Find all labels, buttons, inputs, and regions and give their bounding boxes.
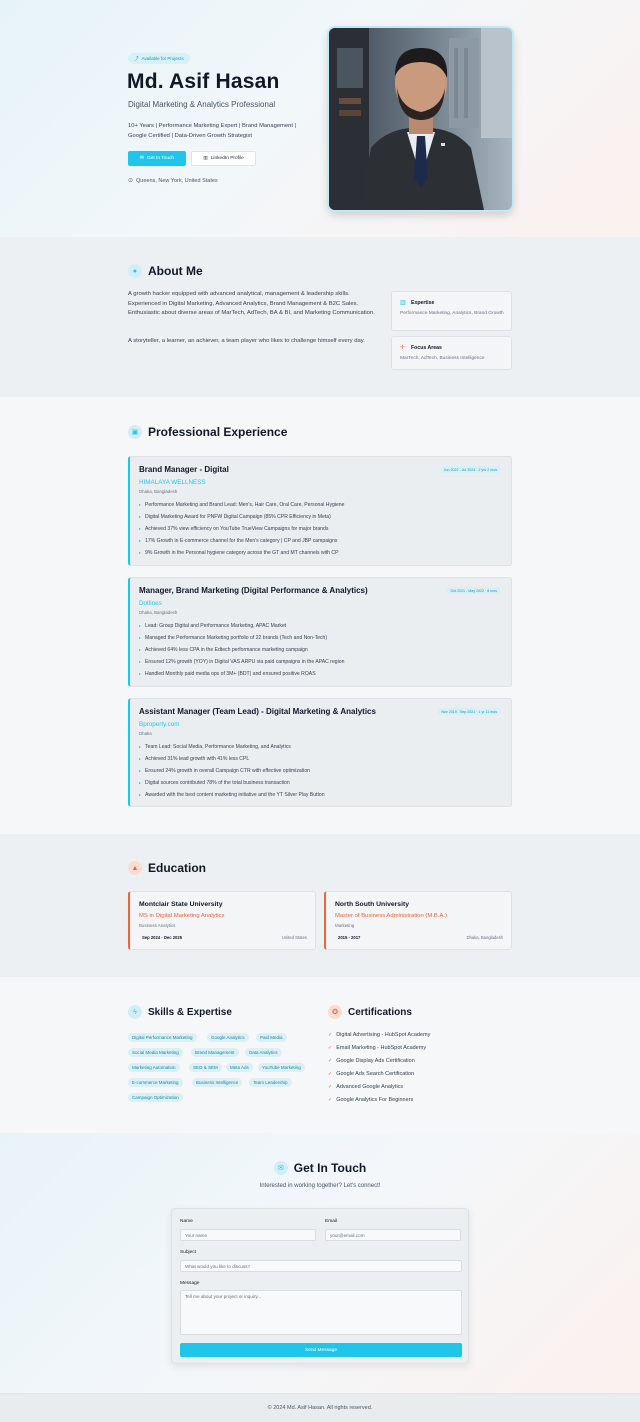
hero-name: Md. Asif Hasan [127,70,280,93]
award-icon: ✪ [328,1005,342,1019]
skill-chip: Business Intelligence [192,1078,243,1087]
certification-item: ✓ Google Display Ads Certification [328,1058,415,1064]
chart-icon: ▥ [203,156,208,161]
education-title: Education [148,861,207,875]
certification-item: ✓ Digital Advertising - HubSpot Academy [328,1032,431,1038]
skill-chip: Digital Performance Marketing [128,1033,197,1042]
about-paragraph-1: A growth hacker equipped with advanced a… [128,291,375,317]
education-header: ▲ Education [128,861,206,875]
target-icon: ✛ [400,345,406,351]
skill-chip: SEO & SEM [189,1063,222,1072]
contact-subtitle: Interested in working together? Let's co… [259,1183,381,1189]
about-header: ● About Me [128,264,203,278]
education-card: North South University Master of Busines… [324,891,512,950]
skills-title: Skills & Expertise [148,1006,232,1018]
experience-header: ▣ Professional Experience [128,425,287,439]
check-icon: ✓ [328,1071,333,1077]
experience-section: ▣ Professional Experience Brand Manager … [0,397,640,834]
skill-chip: Social Media Marketing [128,1048,183,1057]
date-badge: Nov 2019 - Sep 2021 · 1 yr 11 mos [437,708,501,715]
skill-chip: YouTube Marketing [258,1063,305,1072]
skills-header: ϟ Skills & Expertise [128,1005,232,1019]
hero-tagline: 10+ Years | Performance Marketing Expert… [128,123,297,139]
job-bullets: Performance Marketing and Brand Lead: Me… [139,499,344,559]
certifications-header: ✪ Certifications [328,1005,412,1019]
skill-chip: Data Analytics [245,1048,282,1057]
check-icon: ✓ [328,1058,333,1064]
get-in-touch-button[interactable]: ✉ Get In Touch [128,151,186,166]
experience-title: Professional Experience [148,425,288,439]
about-icon: ● [128,264,142,278]
profile-photo [329,28,512,210]
skill-chip: Brand Management [191,1048,239,1057]
skill-chip: Paid Media [256,1033,287,1042]
skill-chip: Team Leadership [249,1078,292,1087]
job-bullets: Team Lead: Social Media, Performance Mar… [139,741,325,801]
trend-icon: ⤴ [134,55,139,61]
contact-title: Get In Touch [293,1161,367,1175]
contact-form: Name Your name Email your@email.com Subj… [171,1208,469,1364]
briefcase-icon: ▣ [128,425,142,439]
skill-chip: Campaign Optimization [128,1093,183,1102]
skill-chip: Marketing Automation [128,1063,180,1072]
about-title: About Me [148,264,203,278]
certification-item: ✓ Google Analytics For Beginners [328,1097,414,1103]
availability-badge: ⤴ Available for Projects [128,53,190,64]
send-message-button[interactable]: Send Message [180,1343,462,1357]
job-bullets: Lead: Group Digital and Performance Mark… [139,620,344,680]
message-textarea[interactable]: Tell me about your project or inquiry... [180,1290,462,1335]
job-card: Manager, Brand Marketing (Digital Perfor… [128,577,512,687]
graduation-cap-icon: ▲ [128,861,142,875]
location: ⊙ Queens, New York, United States [128,177,218,185]
check-icon: ✓ [328,1084,333,1090]
skills-section: ϟ Skills & Expertise Digital Performance… [0,977,640,1133]
about-paragraph-2: A storyteller, a learner, an achiever, a… [128,338,365,344]
company-link[interactable]: HIMALAYA WELLNESS [139,479,206,486]
lightning-icon: ϟ [128,1005,142,1019]
skill-chip: Meta Ads [226,1063,253,1072]
footer-text: © 2024 Md. Asif Hasan. All rights reserv… [267,1405,373,1411]
name-input[interactable]: Your name [180,1229,316,1241]
date-badge: Oct 2021 - May 2022 · 8 mos [446,587,501,594]
education-section: ▲ Education Montclair State University M… [0,834,640,977]
company-link[interactable]: Dotlines [139,600,162,607]
focus-areas-card: ✛ Focus Areas MarTech, AdTech, Business … [391,336,512,370]
expertise-card: ▥ Expertise Performance Marketing, Analy… [391,291,512,331]
footer: © 2024 Md. Asif Hasan. All rights reserv… [0,1393,640,1422]
hero-section: ⤴ Available for Projects Md. Asif Hasan … [0,0,640,237]
mail-icon: ✉ [273,1161,288,1175]
skill-chip: E-commerce Marketing [128,1078,183,1087]
date-badge: Jun 2022 - Jul 2024 · 2 yrs 2 mos [439,466,501,473]
map-pin-icon: ⊙ [128,178,134,184]
job-card: Assistant Manager (Team Lead) - Digital … [128,698,512,807]
contact-header: ✉ Get In Touch [0,1161,640,1175]
check-icon: ✓ [328,1097,333,1103]
email-input[interactable]: your@email.com [325,1229,461,1241]
mail-icon: ✉ [139,156,144,161]
chart-icon: ▥ [400,300,406,306]
education-card: Montclair State University MS in Digital… [128,891,316,950]
certification-item: ✓ Google Ads Search Certification [328,1071,415,1077]
check-icon: ✓ [328,1032,333,1038]
contact-section: ✉ Get In Touch Interested in working tog… [0,1133,640,1393]
job-card: Brand Manager - Digital Jun 2022 - Jul 2… [128,456,512,566]
check-icon: ✓ [328,1045,333,1051]
skill-chip: Google Analytics [207,1033,249,1042]
subject-input[interactable]: What would you like to discuss? [180,1260,462,1272]
hero-role: Digital Marketing & Analytics Profession… [128,100,276,109]
about-section: ● About Me A growth hacker equipped with… [0,237,640,397]
certification-item: ✓ Advanced Google Analytics [328,1084,404,1090]
certifications-title: Certifications [348,1006,412,1018]
linkedin-button[interactable]: ▥ LinkedIn Profile [191,151,256,166]
certification-item: ✓ Email Marketing - HubSpot Academy [328,1045,427,1051]
company-link[interactable]: Bproperty.com [139,721,179,728]
